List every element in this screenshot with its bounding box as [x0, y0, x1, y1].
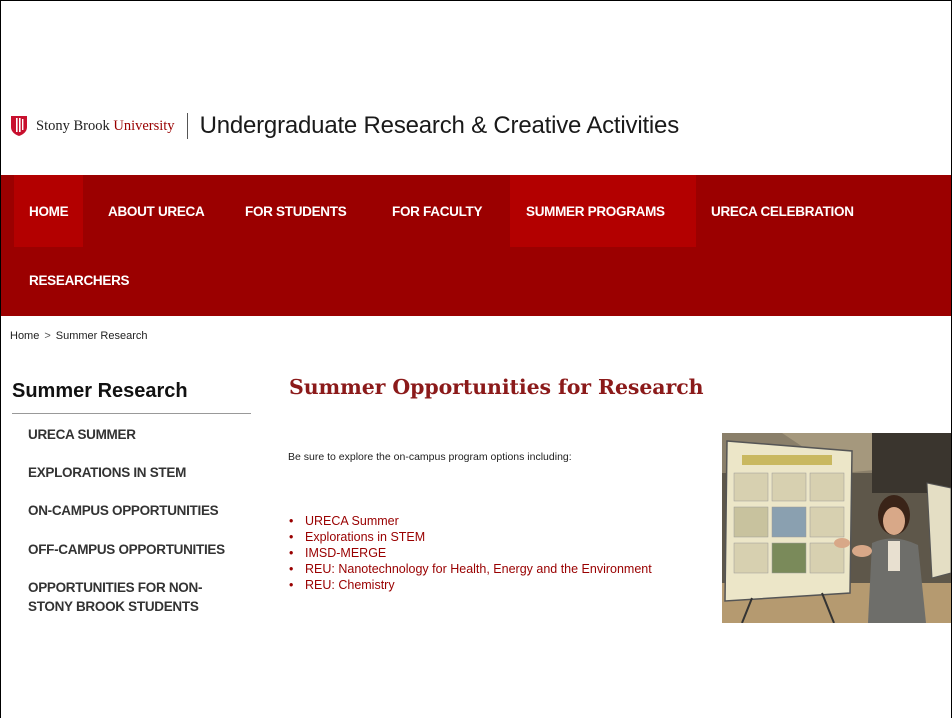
sidebar-item-explorations-in-stem[interactable]: EXPLORATIONS IN STEM [28, 463, 186, 482]
sidebar-item-ureca-summer[interactable]: URECA SUMMER [28, 425, 136, 444]
program-link-explorations-in-stem[interactable]: Explorations in STEM [305, 530, 425, 544]
sidebar-item-label: EXPLORATIONS IN STEM [28, 465, 187, 480]
list-item: Explorations in STEM [289, 529, 652, 545]
sidebar-divider [12, 413, 251, 414]
program-link-reu-nanotechnology[interactable]: REU: Nanotechnology for Health, Energy a… [305, 562, 652, 576]
list-item: IMSD-MERGE [289, 545, 652, 561]
nav-item-researchers[interactable]: RESEARCHERS [14, 244, 144, 316]
list-item: REU: Chemistry [289, 577, 652, 593]
list-item: REU: Nanotechnology for Health, Energy a… [289, 561, 652, 577]
sidebar-item-label: ON-CAMPUS OPPORTUNITIES [28, 503, 219, 518]
program-link-list: URECA Summer Explorations in STEM IMSD-M… [289, 513, 652, 593]
university-name-part1: Stony Brook [36, 117, 114, 134]
university-logo-text[interactable]: Stony Brook University [36, 118, 175, 135]
nav-item-summer-programs[interactable]: SUMMER PROGRAMS [510, 175, 696, 247]
program-link-reu-chemistry[interactable]: REU: Chemistry [305, 578, 395, 592]
stony-brook-shield-logo-icon[interactable] [10, 115, 28, 137]
sidebar-item-label-line2: STONY BROOK STUDENTS [28, 599, 199, 614]
breadcrumb-current: Summer Research [55, 330, 148, 342]
program-link-imsd-merge[interactable]: IMSD-MERGE [305, 546, 386, 560]
breadcrumb: Home > Summer Research [10, 330, 147, 342]
intro-text: Be sure to explore the on-campus program… [288, 451, 572, 463]
site-title[interactable]: Undergraduate Research & Creative Activi… [200, 112, 680, 140]
student-poster-photo [722, 433, 951, 623]
breadcrumb-home-link[interactable]: Home [10, 330, 39, 342]
nav-item-home[interactable]: HOME [14, 175, 84, 247]
sidebar-item-label-line1: OPPORTUNITIES FOR NON- [28, 580, 203, 595]
header-divider [186, 113, 188, 139]
sidebar-item-non-stony-brook-opportunities[interactable]: OPPORTUNITIES FOR NON- STONY BROOK STUDE… [28, 578, 202, 616]
breadcrumb-separator: > [44, 330, 51, 342]
sidebar-item-on-campus-opportunities[interactable]: ON-CAMPUS OPPORTUNITIES [28, 501, 219, 520]
list-item: URECA Summer [289, 513, 652, 529]
sidebar-item-label: OFF-CAMPUS OPPORTUNITIES [28, 542, 225, 557]
nav-item-about-ureca[interactable]: ABOUT URECA [93, 175, 219, 247]
sidebar-item-off-campus-opportunities[interactable]: OFF-CAMPUS OPPORTUNITIES [28, 540, 225, 559]
nav-item-ureca-celebration[interactable]: URECA CELEBRATION [696, 175, 869, 247]
program-link-ureca-summer[interactable]: URECA Summer [305, 514, 399, 528]
main-navigation: HOME ABOUT URECA FOR STUDENTS FOR FACULT… [1, 175, 951, 316]
page-title: Summer Opportunities for Research [289, 375, 704, 399]
sidebar-title: Summer Research [12, 380, 188, 402]
site-header: Stony Brook University Undergraduate Res… [10, 106, 679, 146]
nav-item-for-students[interactable]: FOR STUDENTS [230, 175, 361, 247]
sidebar-item-label: URECA SUMMER [28, 427, 136, 442]
nav-item-for-faculty[interactable]: FOR FACULTY [377, 175, 497, 247]
university-name-part2: University [113, 117, 175, 134]
